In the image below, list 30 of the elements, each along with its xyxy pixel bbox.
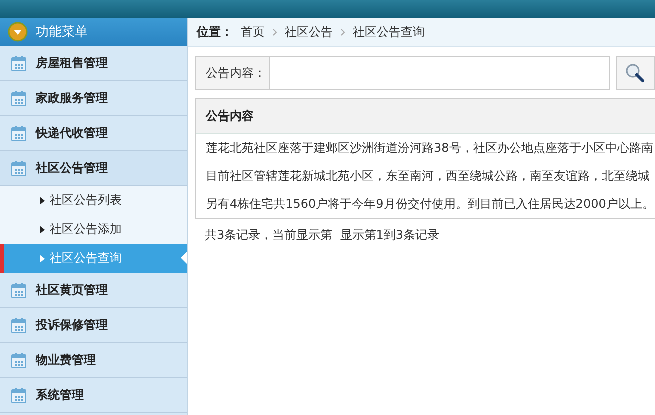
- breadcrumb-link[interactable]: 首页: [241, 24, 265, 40]
- calendar-icon: [11, 160, 27, 176]
- breadcrumb-link[interactable]: 社区公告: [285, 24, 333, 40]
- calendar-icon: [11, 282, 27, 298]
- search-icon: [625, 63, 646, 83]
- pagination-info: 共3条记录，当前显示第 显示第1到3条记录: [205, 227, 441, 244]
- table-cell-text: 莲花北苑社区座落于建邺区沙洲街道汾河路38号，社区办公地点座落于小区中心路南: [205, 140, 654, 156]
- breadcrumb-label: 位置：: [197, 24, 233, 40]
- search-field[interactable]: 公告内容：: [195, 56, 610, 90]
- dropdown-icon: [8, 22, 28, 42]
- search-button[interactable]: [616, 56, 655, 90]
- sidebar-title: 功能菜单: [36, 24, 88, 41]
- calendar-icon: [11, 352, 27, 368]
- calendar-icon: [11, 90, 27, 106]
- chevron-icon: [341, 28, 345, 36]
- calendar-icon: [11, 54, 27, 72]
- table-cell-text: 目前社区管辖莲花新城北苑小区，东至南河，西至绕城公路，南至友谊路，北至绕城: [205, 168, 651, 184]
- chevron-icon: [273, 28, 277, 36]
- triangle-icon: [40, 254, 45, 262]
- breadcrumb-link[interactable]: 社区公告查询: [353, 24, 425, 40]
- triangle-icon: [40, 196, 45, 204]
- calendar-icon: [11, 124, 27, 142]
- calendar-icon: [11, 316, 27, 334]
- pointer-icon: [181, 252, 187, 264]
- submenu-item[interactable]: 社区公告添加: [0, 215, 187, 244]
- column-header: 公告内容: [196, 99, 655, 134]
- table-cell-text: 另有4栋住宅共1560户将于今年9月份交付使用。到目前已入住居民达2000户以上。: [205, 196, 655, 212]
- calendar-icon: [11, 386, 27, 404]
- submenu-item[interactable]: 社区公告列表: [0, 186, 187, 215]
- triangle-icon: [40, 226, 45, 234]
